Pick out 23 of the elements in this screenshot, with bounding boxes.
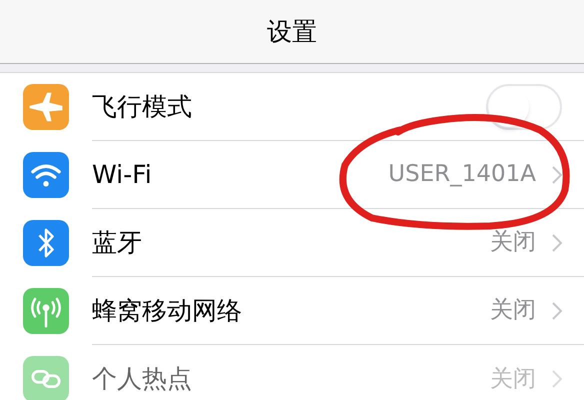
setting-value: 关闭 xyxy=(490,296,536,326)
setting-value: 关闭 xyxy=(490,228,536,258)
settings-row[interactable]: 蓝牙 关闭 xyxy=(0,209,584,277)
page-title: 设置 xyxy=(267,16,317,48)
setting-value: 关闭 xyxy=(490,364,536,394)
chevron-icon xyxy=(552,166,562,184)
airplane-icon xyxy=(23,84,69,130)
row-label: 蓝牙 xyxy=(92,226,142,259)
chain-link-icon xyxy=(23,356,69,400)
chevron-icon xyxy=(552,370,562,388)
row-label: Wi-Fi xyxy=(92,158,152,191)
row-label: 飞行模式 xyxy=(92,90,192,123)
bluetooth-icon xyxy=(23,220,69,266)
row-label: 个人热点 xyxy=(92,363,192,396)
wifi-icon xyxy=(23,152,69,198)
antenna-icon xyxy=(23,288,69,334)
settings-row[interactable]: Wi-Fi USER_1401A xyxy=(0,141,584,209)
row-label: 蜂窝移动网络 xyxy=(92,294,242,327)
settings-row[interactable]: 蜂窝移动网络 关闭 xyxy=(0,277,584,345)
chevron-icon xyxy=(552,302,562,320)
settings-row[interactable]: 飞行模式 xyxy=(0,73,584,141)
chevron-icon xyxy=(552,234,562,252)
setting-value: USER_1401A xyxy=(388,160,536,190)
